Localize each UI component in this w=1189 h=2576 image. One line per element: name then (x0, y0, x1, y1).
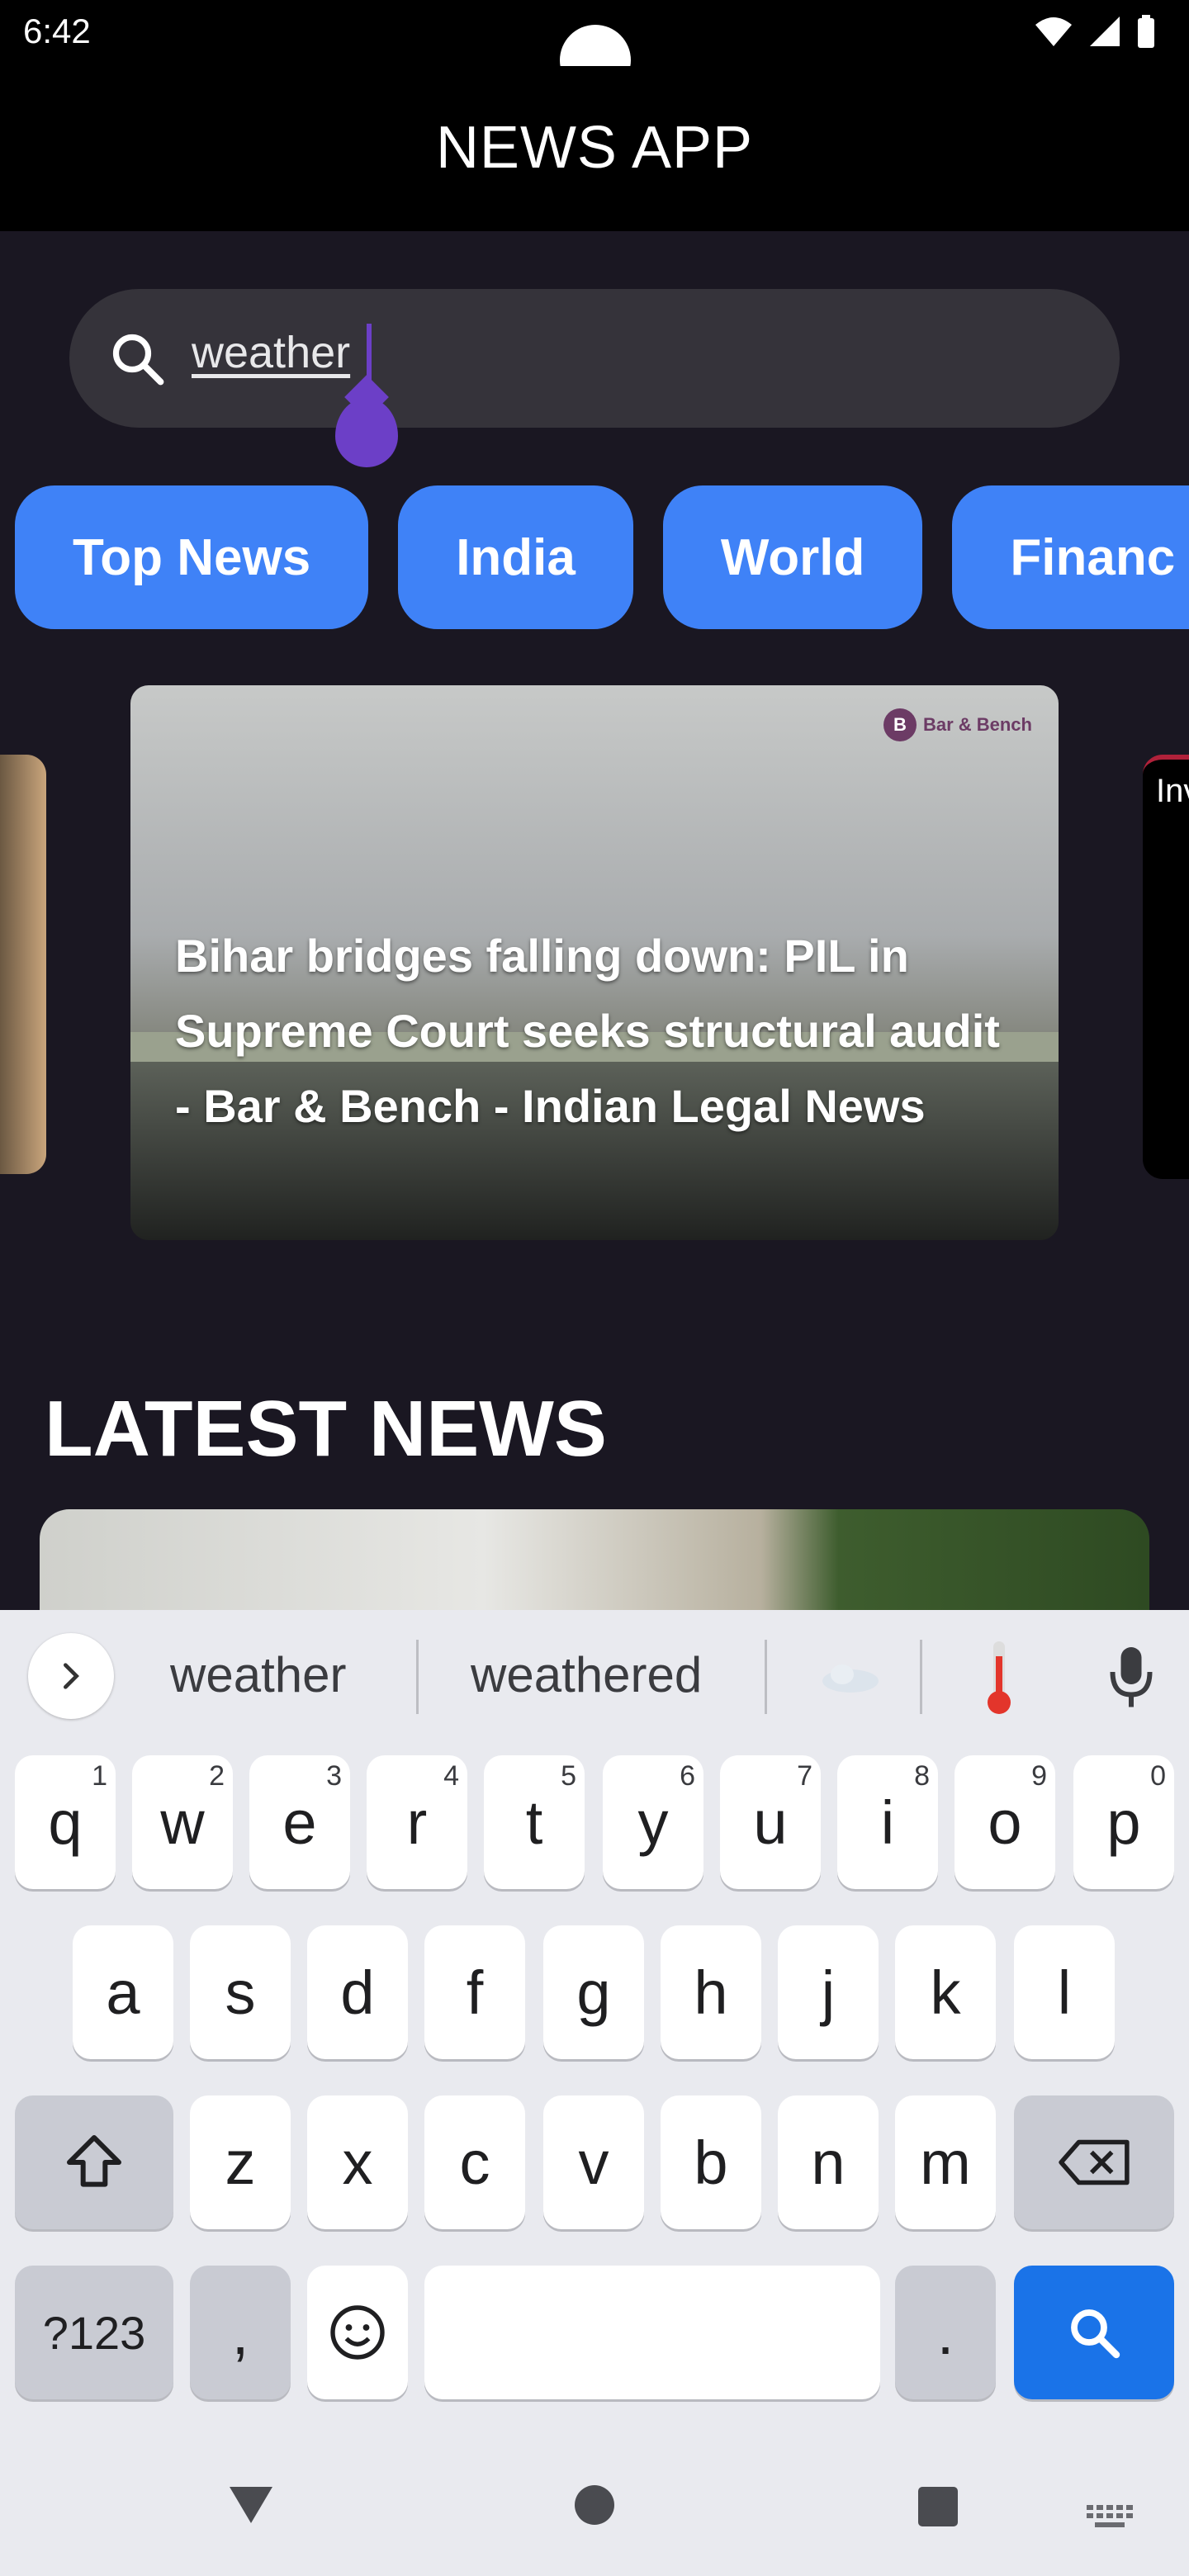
key-l[interactable]: l (1014, 1925, 1115, 2059)
next-card-tag: Inv (1156, 773, 1189, 809)
key-m[interactable]: m (895, 2095, 996, 2229)
backspace-key[interactable] (1014, 2095, 1174, 2229)
key-q[interactable]: q1 (15, 1755, 116, 1889)
search-bar[interactable]: weather (69, 289, 1120, 428)
expand-toolbar-button[interactable] (28, 1633, 114, 1719)
space-key[interactable] (424, 2266, 880, 2399)
key-a[interactable]: a (73, 1925, 173, 2059)
key-s[interactable]: s (190, 1925, 291, 2059)
key-f[interactable]: f (424, 1925, 525, 2059)
shift-key[interactable] (15, 2095, 173, 2229)
home-nav-icon[interactable] (573, 2484, 616, 2526)
suggestion-weather[interactable]: weather (170, 1646, 346, 1703)
key-o[interactable]: o9 (955, 1755, 1055, 1889)
key-t[interactable]: t5 (484, 1755, 585, 1889)
key-x[interactable]: x (307, 2095, 408, 2229)
recents-nav-icon[interactable] (917, 2485, 959, 2528)
card-headline: Bihar bridges falling down: PIL in Supre… (175, 930, 1000, 1132)
signal-icon (1090, 17, 1120, 46)
chip-india[interactable]: India (398, 485, 633, 629)
status-time: 6:42 (23, 12, 91, 50)
carousel-card-next[interactable]: Inv (1143, 755, 1189, 1179)
chevron-right-icon (64, 1663, 79, 1689)
emoji-icon (330, 2305, 385, 2360)
key-e[interactable]: e3 (249, 1755, 350, 1889)
chip-finance[interactable]: Financ (952, 485, 1189, 629)
latest-news-heading: LATEST NEWS (45, 1385, 607, 1473)
keyboard-switch-icon[interactable] (1087, 2505, 1133, 2530)
search-icon (112, 334, 164, 386)
publisher-logo: B Bar & Bench (883, 708, 1032, 741)
keyboard: weather weathered q1 w2 e3 r4 t5 y6 u7 i… (0, 1610, 1189, 2576)
search-icon (1071, 2309, 1120, 2359)
key-k[interactable]: k (895, 1925, 996, 2059)
suggestion-divider (416, 1640, 419, 1714)
key-h[interactable]: h (661, 1925, 761, 2059)
system-nav-bar (0, 2460, 1189, 2576)
suggestion-weathered[interactable]: weathered (471, 1646, 702, 1703)
keyboard-search-key[interactable] (1014, 2266, 1174, 2399)
app-title: NEWS APP (435, 115, 754, 181)
search-input[interactable]: weather (192, 327, 350, 378)
category-chips: Top News India World Financ (15, 485, 1189, 629)
key-b[interactable]: b (661, 2095, 761, 2229)
key-d[interactable]: d (307, 1925, 408, 2059)
suggestion-divider (920, 1640, 922, 1714)
wifi-icon (1035, 17, 1072, 46)
thermometer-emoji-icon[interactable] (984, 1640, 1014, 1716)
suggestion-strip: weather weathered (0, 1610, 1189, 1742)
symbols-key[interactable]: ?123 (15, 2266, 173, 2399)
key-r[interactable]: r4 (367, 1755, 467, 1889)
backspace-icon (1059, 2139, 1130, 2185)
shift-icon (67, 2135, 121, 2187)
chip-world[interactable]: World (662, 485, 923, 629)
key-i[interactable]: i8 (837, 1755, 938, 1889)
key-v[interactable]: v (543, 2095, 644, 2229)
emoji-key[interactable] (307, 2266, 408, 2399)
carousel-card-previous[interactable] (0, 755, 46, 1174)
battery-icon (1138, 15, 1154, 48)
key-p[interactable]: p0 (1073, 1755, 1174, 1889)
key-n[interactable]: n (778, 2095, 879, 2229)
key-j[interactable]: j (778, 1925, 879, 2059)
key-y[interactable]: y6 (603, 1755, 703, 1889)
back-nav-icon[interactable] (226, 2484, 276, 2526)
chip-top-news[interactable]: Top News (15, 485, 369, 629)
period-key[interactable]: . (895, 2266, 996, 2399)
status-icons (1034, 15, 1156, 48)
key-z[interactable]: z (190, 2095, 291, 2229)
key-w[interactable]: w2 (132, 1755, 233, 1889)
app-bar: NEWS APP (0, 66, 1189, 231)
key-c[interactable]: c (424, 2095, 525, 2229)
microphone-icon[interactable] (1106, 1643, 1156, 1709)
cloud-emoji-icon[interactable] (817, 1656, 883, 1698)
comma-key[interactable]: , (190, 2266, 291, 2399)
key-u[interactable]: u7 (720, 1755, 821, 1889)
suggestion-divider (765, 1640, 767, 1714)
cursor-handle[interactable] (335, 398, 398, 467)
key-g[interactable]: g (543, 1925, 644, 2059)
carousel-card-main[interactable]: B Bar & Bench Bihar bridges falling down:… (130, 685, 1059, 1240)
